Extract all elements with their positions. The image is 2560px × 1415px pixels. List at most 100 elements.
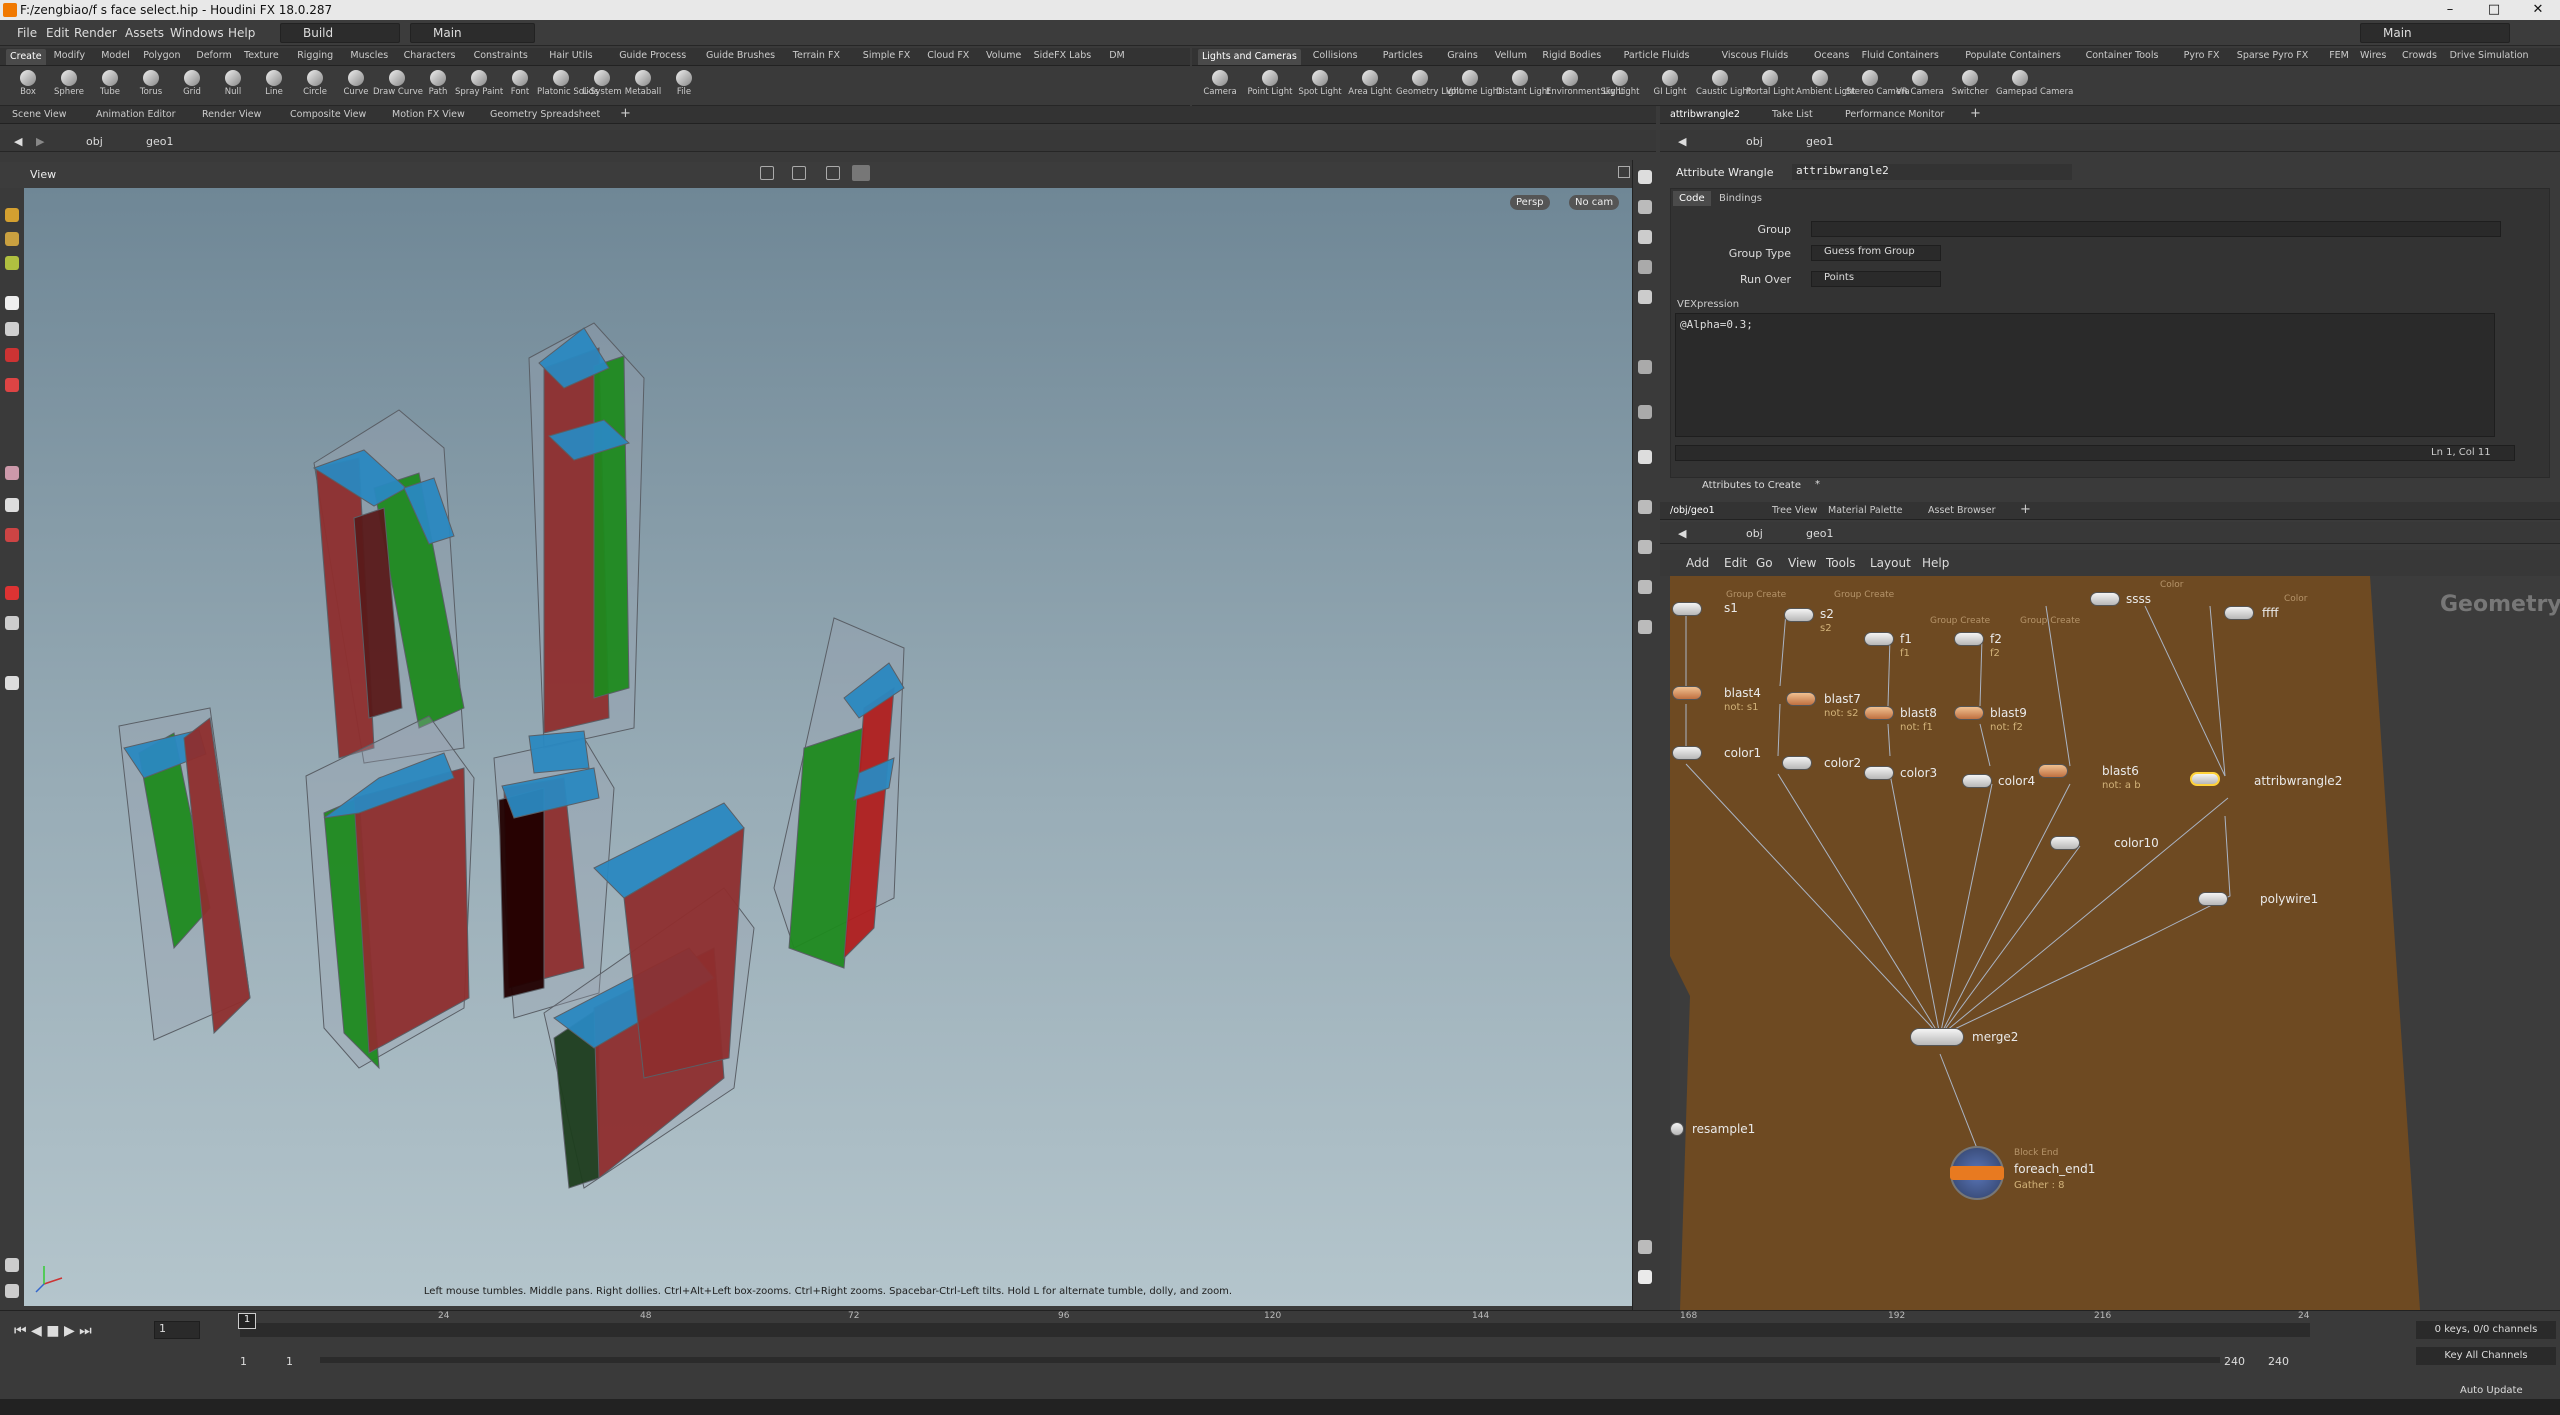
tool-vr-camera[interactable]: VR Camera: [1896, 67, 1944, 105]
shelf-tab-grains[interactable]: Grains: [1447, 50, 1478, 61]
node-color10[interactable]: [2050, 836, 2080, 850]
shelf-tab-muscles[interactable]: Muscles: [350, 50, 388, 61]
tool-stereo-camera[interactable]: Stereo Camera: [1846, 67, 1910, 105]
tool-gi-light[interactable]: GI Light: [1646, 67, 1694, 105]
brush-icon[interactable]: [5, 466, 19, 480]
pose-icon[interactable]: [5, 378, 19, 392]
rotate-icon[interactable]: [5, 256, 19, 270]
tab-render-view[interactable]: Render View: [202, 109, 261, 120]
tab-bindings[interactable]: Bindings: [1713, 191, 1768, 206]
render-icon[interactable]: [5, 676, 19, 690]
add-tab-icon-2[interactable]: +: [1970, 106, 1981, 121]
range-start-2[interactable]: 1: [286, 1355, 293, 1368]
shelf-tab-lights-and-cameras[interactable]: Lights and Cameras: [1198, 49, 1301, 65]
shelf-tab-fluid-containers[interactable]: Fluid Containers: [1862, 50, 1939, 61]
net-menu-edit[interactable]: Edit: [1724, 556, 1747, 570]
path-geo1[interactable]: geo1: [146, 135, 173, 148]
shelf-tab-particle-fluids[interactable]: Particle Fluids: [1624, 50, 1690, 61]
shelf-tab-terrain-fx[interactable]: Terrain FX: [793, 50, 840, 61]
vex-code-editor[interactable]: @Alpha=0.3;: [1675, 313, 2495, 437]
shelf-tab-modify[interactable]: Modify: [54, 50, 85, 61]
tool-spot-light[interactable]: Spot Light: [1296, 67, 1344, 105]
shelf-tab-guide-process[interactable]: Guide Process: [619, 50, 686, 61]
shelf-tab-create[interactable]: Create: [6, 49, 46, 65]
node-merge2[interactable]: [1910, 1028, 1964, 1046]
tab-performance-monitor[interactable]: Performance Monitor: [1845, 109, 1944, 120]
back-arrow-icon[interactable]: ◀: [14, 135, 22, 148]
transform-tool-icon[interactable]: [792, 166, 806, 180]
range-start[interactable]: 1: [240, 1355, 247, 1368]
node-ffff[interactable]: [2224, 606, 2254, 620]
context-dropdown[interactable]: Main: [410, 23, 535, 43]
node-color2[interactable]: [1782, 756, 1812, 770]
bulb-icon[interactable]: [1638, 290, 1652, 304]
camera-button[interactable]: No cam: [1569, 195, 1620, 210]
viewport-options-icon[interactable]: [1618, 166, 1630, 178]
ghost-icon[interactable]: [1638, 200, 1652, 214]
point-icon[interactable]: [1638, 500, 1652, 514]
shelf-tab-sidefx-labs[interactable]: SideFX Labs: [1034, 50, 1092, 61]
menu-edit[interactable]: Edit: [46, 26, 69, 40]
net-menu-layout[interactable]: Layout: [1870, 556, 1911, 570]
snap-icon[interactable]: [852, 165, 870, 181]
magnet-icon-2[interactable]: [5, 586, 19, 600]
layout-icon[interactable]: [1638, 1270, 1652, 1284]
tab-scene-view[interactable]: Scene View: [12, 109, 67, 120]
shelf-tab-drive-simulation[interactable]: Drive Simulation: [2450, 50, 2529, 61]
key-all-channels-button[interactable]: Key All Channels: [2416, 1347, 2556, 1365]
group-field[interactable]: [1811, 221, 2501, 237]
close-button[interactable]: ✕: [2516, 0, 2560, 20]
path-geo1-3[interactable]: geo1: [1806, 527, 1833, 540]
shelf-tab-viscous-fluids[interactable]: Viscous Fluids: [1722, 50, 1789, 61]
handle-tool-icon[interactable]: [826, 166, 840, 180]
view-tool-icon[interactable]: [5, 322, 19, 336]
node-blast4[interactable]: [1672, 686, 1702, 700]
run-over-select[interactable]: Points: [1811, 271, 1941, 287]
node-resample1[interactable]: [1670, 1122, 1684, 1136]
shelf-tab-guide-brushes[interactable]: Guide Brushes: [706, 50, 775, 61]
path-obj-3[interactable]: obj: [1746, 527, 1763, 540]
shelf-tab-wires[interactable]: Wires: [2360, 50, 2386, 61]
node-blast7[interactable]: [1786, 692, 1816, 706]
tool-caustic-light[interactable]: Caustic Light: [1696, 67, 1751, 105]
menu-render[interactable]: Render: [74, 26, 117, 40]
shelf-tab-oceans[interactable]: Oceans: [1814, 50, 1849, 61]
shelf-tab-pyro-fx[interactable]: Pyro FX: [2184, 50, 2220, 61]
tab-take-list[interactable]: Take List: [1772, 109, 1813, 120]
shelf-tab-collisions[interactable]: Collisions: [1313, 50, 1358, 61]
snapshot-icon[interactable]: [5, 1258, 19, 1272]
tool-ambient-light[interactable]: Ambient Light: [1796, 67, 1856, 105]
net-menu-add[interactable]: Add: [1686, 556, 1709, 570]
select-mode-icon[interactable]: [5, 208, 19, 222]
auto-update-toggle[interactable]: Auto Update: [2460, 1385, 2523, 1396]
shelf-tab-simple-fx[interactable]: Simple FX: [863, 50, 910, 61]
shelf-tab-constraints[interactable]: Constraints: [474, 50, 528, 61]
tool-area-light[interactable]: Area Light: [1346, 67, 1394, 105]
path-obj[interactable]: obj: [86, 135, 103, 148]
tool-camera[interactable]: Camera: [1196, 67, 1244, 105]
range-end-2[interactable]: 240: [2268, 1355, 2289, 1368]
frame-field[interactable]: 1: [154, 1321, 200, 1339]
shelf-tab-cloud-fx[interactable]: Cloud FX: [927, 50, 969, 61]
tool-volume-light[interactable]: Volume Light: [1446, 67, 1502, 105]
tab-attribwrangle2[interactable]: attribwrangle2: [1670, 109, 1740, 120]
light-icon[interactable]: [1638, 260, 1652, 274]
range-end[interactable]: 240: [2224, 1355, 2245, 1368]
node-f2[interactable]: [1954, 632, 1984, 646]
path-geo1-2[interactable]: geo1: [1806, 135, 1833, 148]
tab-obj-geo1[interactable]: /obj/geo1: [1670, 505, 1715, 516]
forward-arrow-icon[interactable]: ▶: [36, 135, 44, 148]
shelf-tab-fem[interactable]: FEM: [2329, 50, 2349, 61]
tab-asset-browser[interactable]: Asset Browser: [1928, 505, 1995, 516]
net-menu-go[interactable]: Go: [1756, 556, 1773, 570]
add-tab-icon-3[interactable]: +: [2020, 502, 2031, 517]
network-editor[interactable]: Geometry s1 Group Create s2 s2 Group Cre…: [1670, 576, 2560, 1310]
shelf-tab-sparse-pyro-fx[interactable]: Sparse Pyro FX: [2237, 50, 2308, 61]
node-ssss[interactable]: [2090, 592, 2120, 606]
wire-icon[interactable]: [1638, 405, 1652, 419]
tool-file[interactable]: File: [660, 67, 708, 105]
back-arrow-icon-3[interactable]: ◀: [1678, 527, 1686, 540]
grid-icon[interactable]: [1638, 450, 1652, 464]
range-slider[interactable]: [320, 1357, 2220, 1363]
node-s2[interactable]: [1784, 608, 1814, 622]
